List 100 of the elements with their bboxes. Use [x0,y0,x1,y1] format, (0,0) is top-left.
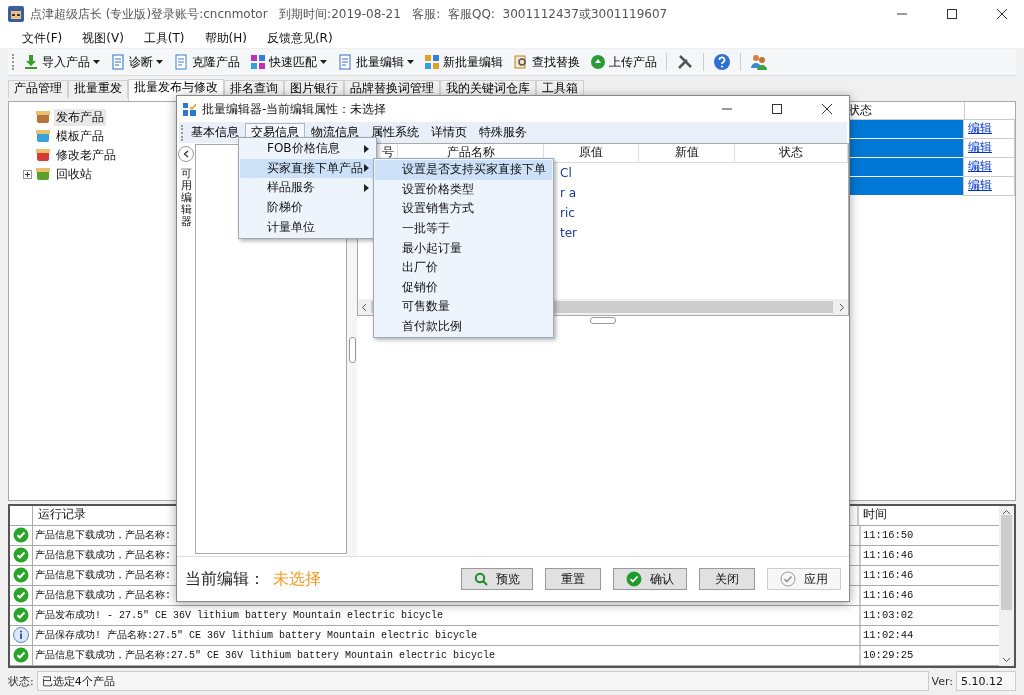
log-message: 产品信息下载成功，产品名称:27.5″ CE 36V lithium battery Mountain electric bicycle [34,648,496,663]
tree-item[interactable]: 修改老产品 [54,146,118,164]
app-icon [183,102,196,116]
log-message: 产品信息下载成功，产品名称: [34,528,171,543]
menu-item[interactable]: 可售数量 [375,297,552,317]
log-message: 产品保存成功! 产品名称:27.5″ CE 36V lithium battery Mountain electric bicycle [34,628,478,643]
check-circle-icon [13,527,29,544]
log-message: 产品发布成功! - 27.5″ CE 36V lithium battery Mountain electric bicycle [34,608,444,623]
menu-item[interactable]: 出厂价 [375,257,552,278]
toolbar-button[interactable]: 快速匹配 [247,51,330,73]
submenu-arrow-icon [364,184,369,192]
window-title: 点津超级店长 (专业版)登录账号:cncnmotor 到期时间:2019-08-21 客服: 客服QQ: 3001112437或3001119607 [30,5,669,23]
status-label: 状态: [8,673,34,689]
grid-icon [250,54,266,70]
dialog-button[interactable]: 重置 [545,568,601,590]
submenu-arrow-icon [364,144,369,153]
toolbar-button[interactable]: 查找替换 [510,51,583,73]
product-name: Cl [560,166,572,180]
edit-link[interactable]: 编辑 [963,158,1015,177]
tree-item[interactable]: 模板产品 [54,127,106,145]
menu-item[interactable]: 反馈意见(R) [256,29,343,47]
menu-item[interactable]: 设置销售方式 [375,199,552,219]
menu-item[interactable]: 促销价 [375,277,552,298]
current-edit-label: 当前编辑： [185,568,265,590]
scroll-left-icon[interactable] [361,302,367,312]
tab[interactable]: 批量重发 [68,80,128,98]
toolbar-button[interactable]: 克隆产品 [170,51,243,73]
product-name: ter [560,226,578,240]
toolbar-button[interactable]: 上传产品 [587,51,660,73]
toolbar-grip[interactable] [181,124,185,141]
check-circle-icon [13,587,29,604]
menu-item[interactable]: 最小起订量 [375,238,552,258]
check-circle-icon [13,567,29,584]
edit-link[interactable]: 编辑 [963,139,1015,158]
submenu-arrow-icon [364,164,369,173]
caret-icon [320,60,327,64]
info-icon [13,627,29,644]
scroll-up-icon[interactable] [1002,509,1011,515]
current-edit-value: 未选择 [273,568,322,590]
toolbar-grip[interactable] [12,54,16,70]
maximize-icon [772,104,782,114]
help-icon [713,53,731,71]
scrollbar[interactable] [999,506,1014,666]
menu-item[interactable]: 首付款比例 [375,316,552,337]
dialog-button[interactable]: 关闭 [699,568,755,590]
version-label: Ver: [931,674,953,688]
version-field: 5.10.12 [956,671,1016,691]
caret-icon [407,60,414,64]
column-header: 新值 [639,144,735,162]
check-circle-icon [780,571,796,587]
search-icon [474,572,488,586]
app-icon [8,6,24,22]
tree-item[interactable]: 回收站 [54,165,94,183]
menu-item[interactable]: 文件(F) [12,29,73,47]
menu-item[interactable]: 视图(V) [72,29,134,47]
menu-item[interactable]: 计量单位 [240,217,375,237]
dialog-button[interactable]: 确认 [613,568,687,590]
check-circle-icon [13,607,29,624]
toolbar-button[interactable]: 诊断 [107,51,166,73]
menu-item[interactable]: 阶梯价 [240,197,375,218]
menu-item[interactable]: 一批等于 [375,218,552,239]
log-message: 产品信息下载成功，产品名称: [34,568,171,583]
scroll-right-icon[interactable] [839,302,845,312]
close-icon [997,9,1007,19]
tree-item[interactable]: 发布产品 [54,108,106,126]
download-icon [23,54,39,70]
caret-icon [156,60,163,64]
edit-link[interactable]: 编辑 [963,177,1015,196]
side-label: 可用编辑器 [180,168,192,229]
maximize-icon [947,9,957,19]
product-name: ric [560,206,575,220]
status-field: 已选定4个产品 [36,671,929,691]
toolbar-button[interactable]: 批量编辑 [334,51,417,73]
check-circle-icon [626,571,642,587]
check-circle-icon [13,647,29,664]
dialog-title: 批量编辑器-当前编辑属性：未选择 [202,100,388,118]
menu-item[interactable]: 工具(T) [133,29,195,47]
check-circle-icon [13,547,29,564]
document-icon [173,54,189,70]
menu-item[interactable]: 买家直接下单产品 [240,158,375,179]
tab[interactable]: 特殊服务 [473,122,533,143]
product-name: r a [560,186,577,200]
menu-item[interactable]: 帮助(H) [194,29,257,47]
toolbar-button[interactable]: 导入产品 [20,51,103,73]
menu-item[interactable]: 设置价格类型 [375,179,552,200]
tab[interactable]: 产品管理 [8,80,68,98]
caret-icon [93,60,100,64]
menu-item[interactable]: 设置是否支持买家直接下单 [375,160,552,180]
users-icon [750,53,768,71]
collapse-button[interactable] [178,146,194,162]
expand-icon[interactable] [23,169,32,179]
edit-link[interactable]: 编辑 [963,120,1015,139]
toolbar-button[interactable]: 新批量编辑 [421,51,506,73]
scroll-down-icon[interactable] [1002,657,1011,663]
tab[interactable]: 详情页 [425,122,473,143]
close-icon [822,104,832,114]
dialog-button[interactable]: 预览 [461,568,533,590]
log-message: 产品信息下载成功，产品名称: [34,588,171,603]
column-header: 状态 [735,144,848,162]
menu-item[interactable]: 样品服务 [240,178,375,198]
